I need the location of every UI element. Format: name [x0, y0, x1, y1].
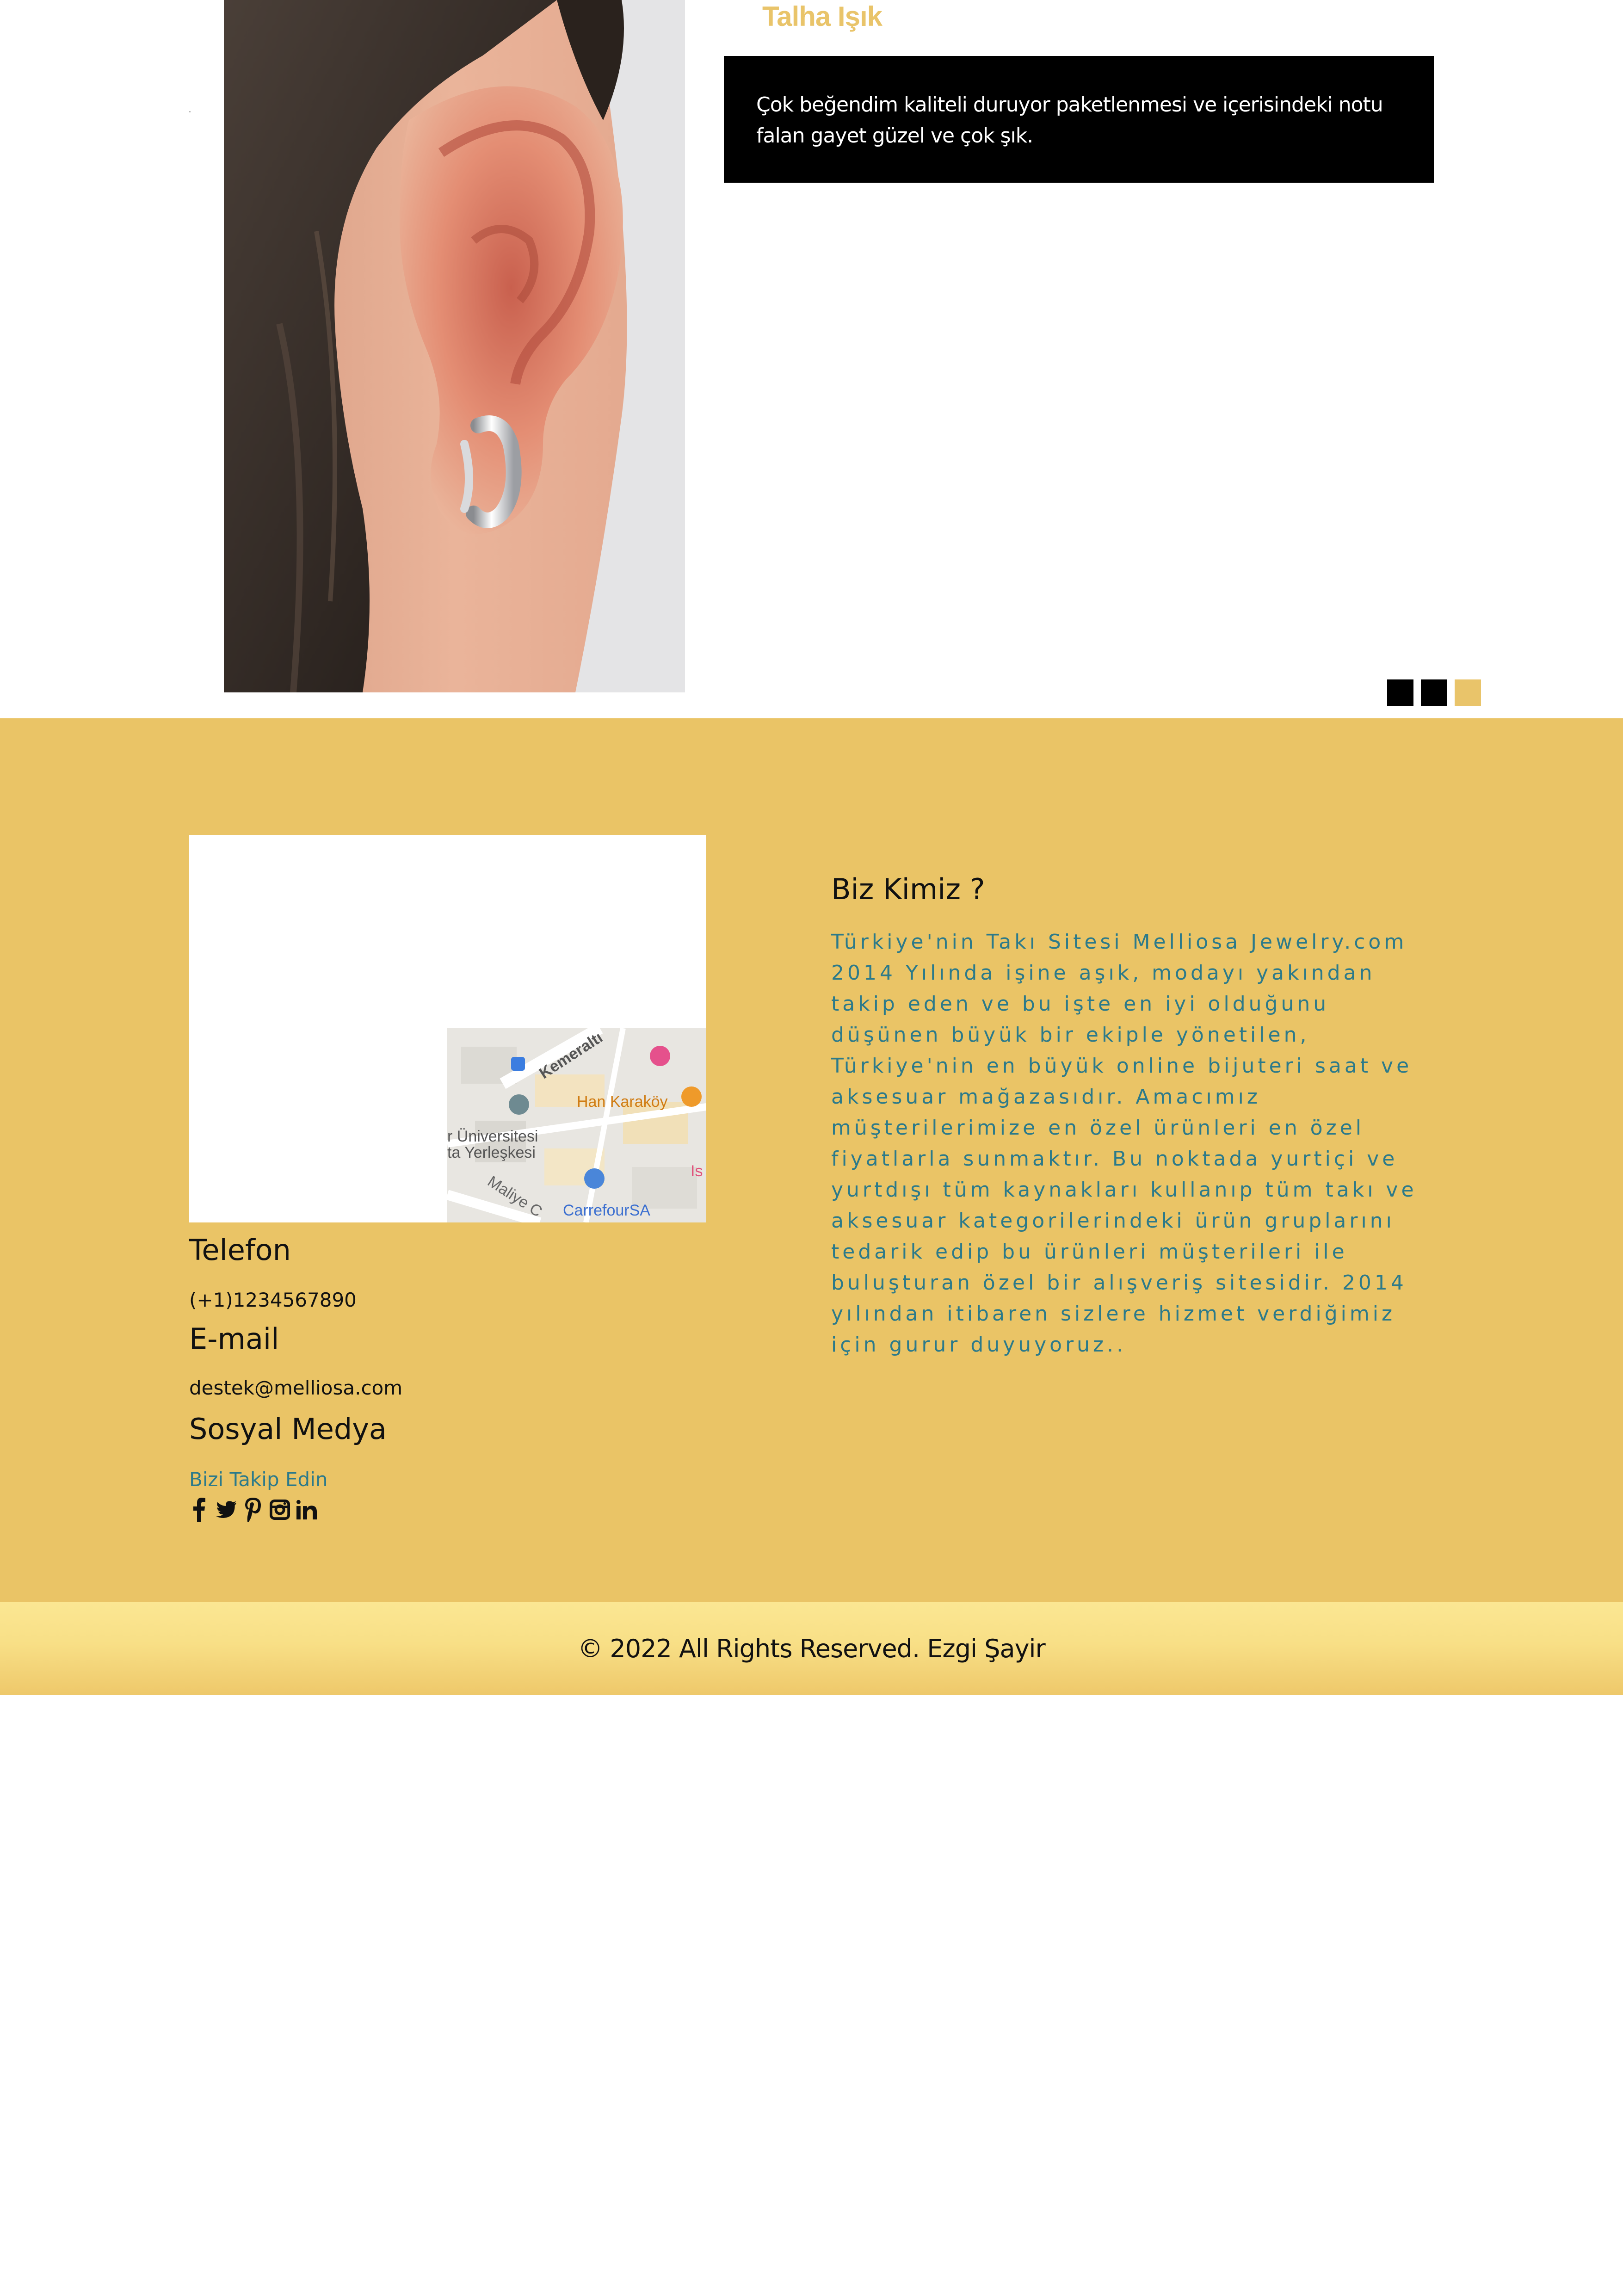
- testimonial-photo: [224, 0, 685, 692]
- testimonial-quote-box: Çok beğendim kaliteli duruyor paketlenme…: [724, 56, 1434, 183]
- slider-pagination: [1387, 679, 1481, 706]
- follow-us-text: Bizi Takip Edin: [189, 1468, 328, 1491]
- testimonial-author: Talha Işık: [762, 1, 882, 32]
- copyright-text: © 2022 All Rights Reserved. Ezgi Şayir: [578, 1634, 1045, 1663]
- map-label-campus-1: r Üniversitesi: [447, 1128, 538, 1145]
- decorative-dot: [189, 111, 191, 112]
- phone-number[interactable]: (+1)1234567890: [189, 1287, 357, 1313]
- phone-heading: Telefon: [189, 1233, 291, 1267]
- copyright-bar: © 2022 All Rights Reserved. Ezgi Şayir: [0, 1602, 1623, 1695]
- pinterest-icon[interactable]: [243, 1497, 263, 1523]
- social-heading: Sosyal Medya: [189, 1412, 387, 1446]
- about-title: Biz Kimiz ?: [831, 872, 985, 906]
- social-icons: [189, 1497, 317, 1523]
- map-label-edge: Is: [691, 1162, 703, 1180]
- map-label-campus-2: ta Yerleşkesi: [447, 1144, 536, 1161]
- map-embed[interactable]: Kemeraltı Han Karaköy r Üniversitesi ta …: [189, 835, 706, 1222]
- testimonial-quote: Çok beğendim kaliteli duruyor paketlenme…: [756, 93, 1383, 148]
- slider-dot-3-active[interactable]: [1455, 679, 1481, 706]
- footer: Kemeraltı Han Karaköy r Üniversitesi ta …: [0, 718, 1623, 1602]
- slider-dot-1[interactable]: [1387, 679, 1413, 706]
- map-label-store: CarrefourSA: [563, 1202, 650, 1219]
- twitter-icon[interactable]: [216, 1497, 236, 1523]
- about-text: Türkiye'nin Takı Sitesi Melliosa Jewelry…: [831, 930, 1417, 1357]
- instagram-icon[interactable]: [270, 1497, 290, 1523]
- linkedin-icon[interactable]: [296, 1497, 317, 1523]
- map-label-place: Han Karaköy: [577, 1093, 668, 1111]
- slider-dot-2[interactable]: [1421, 679, 1447, 706]
- testimonial-section: Talha Işık Çok beğendim kaliteli duruyor…: [0, 0, 1623, 718]
- email-address[interactable]: destek@melliosa.com: [189, 1375, 402, 1401]
- email-heading: E-mail: [189, 1322, 279, 1356]
- map-tile[interactable]: Kemeraltı Han Karaköy r Üniversitesi ta …: [447, 1028, 706, 1222]
- facebook-icon[interactable]: [189, 1497, 210, 1523]
